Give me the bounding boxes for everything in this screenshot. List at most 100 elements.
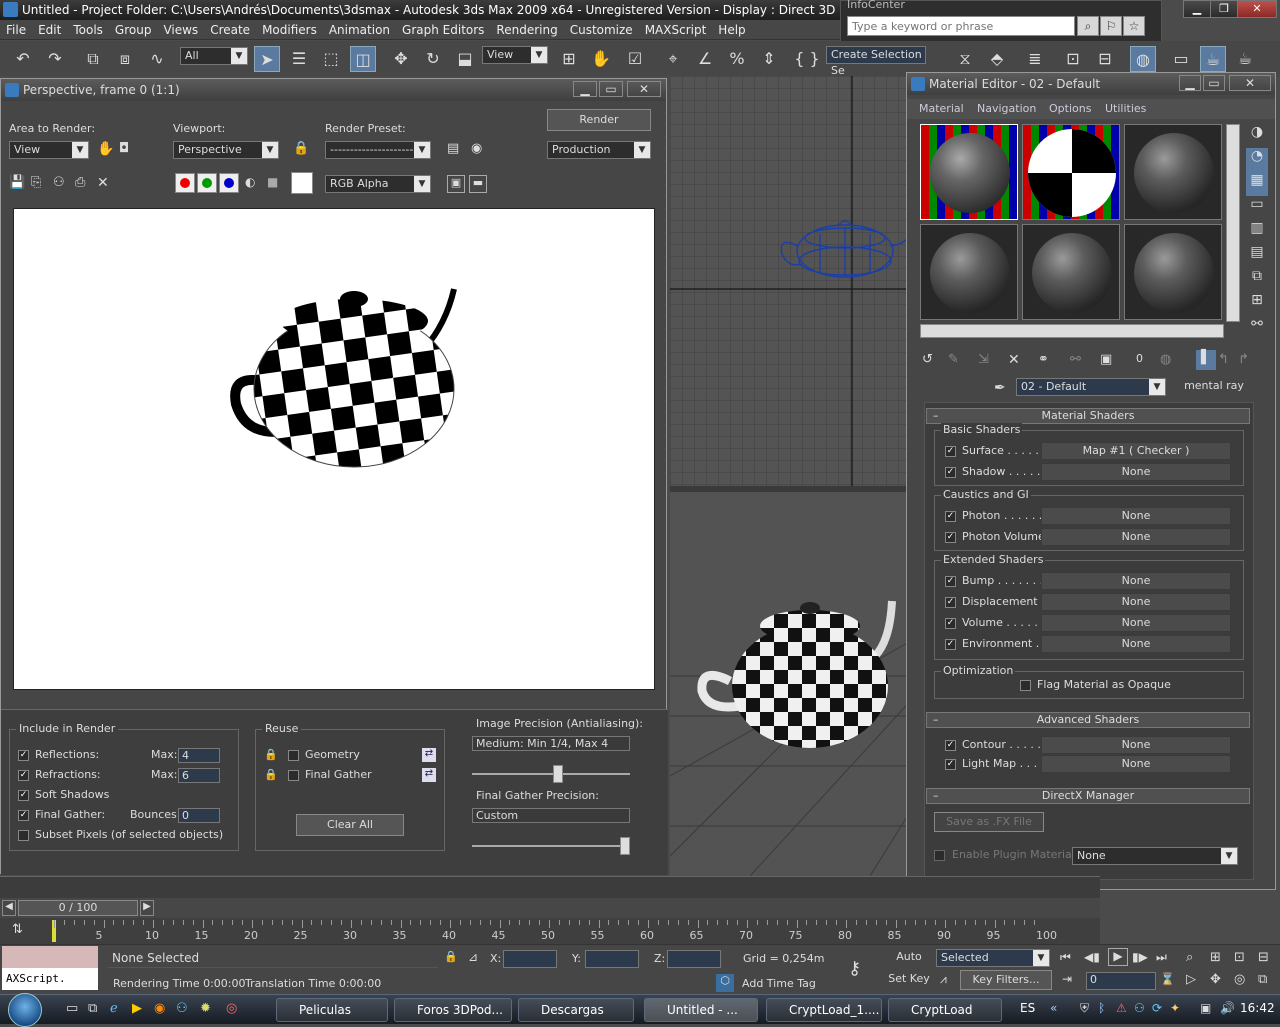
sample-slot-3[interactable] <box>1124 124 1222 220</box>
percent-snap-icon[interactable]: % <box>724 46 750 72</box>
material-effects-channel-icon[interactable]: ▣ <box>1100 352 1112 367</box>
favorites-star-icon[interactable]: ☆ <box>1123 16 1145 36</box>
menu-modifiers[interactable]: Modifiers <box>256 20 323 40</box>
y-coordinate-input[interactable] <box>585 950 639 968</box>
reflections-checkbox[interactable]: ✓ <box>18 750 29 761</box>
select-and-manipulate-icon[interactable]: ✋ <box>588 46 614 72</box>
plugin-material-dropdown[interactable]: None ▼ <box>1072 847 1238 865</box>
key-filters-button[interactable]: Key Filters... <box>960 970 1052 990</box>
go-to-start-icon[interactable]: ⏮ <box>1060 950 1071 965</box>
quick-launch-firefox-icon[interactable]: ◉ <box>154 1001 165 1016</box>
toggle-ui-icon[interactable]: ▬ <box>469 175 487 193</box>
time-slider-next-icon[interactable]: ▶ <box>140 900 154 916</box>
video-color-check-icon[interactable]: ▥ <box>1246 220 1268 244</box>
bounces-input[interactable]: 0 <box>178 808 220 823</box>
render-button[interactable]: Render <box>547 109 651 131</box>
set-key-button[interactable]: Set Key <box>886 970 932 990</box>
final-gather-precision-slider[interactable] <box>472 837 630 855</box>
minimize-button[interactable]: ▁ <box>573 81 597 97</box>
keyboard-shortcut-override-icon[interactable]: ☑ <box>622 46 648 72</box>
sample-slot-6[interactable] <box>1124 224 1222 320</box>
bump-checkbox[interactable]: ✓ <box>945 576 956 587</box>
selection-lock-icon[interactable]: 🔒 <box>444 950 458 963</box>
menu-material[interactable]: Material <box>919 102 964 115</box>
quick-launch-ie-icon[interactable]: ℯ <box>110 1001 118 1016</box>
make-preview-icon[interactable]: ▤ <box>1246 244 1268 268</box>
menu-graph-editors[interactable]: Graph Editors <box>396 20 490 40</box>
angle-snap-icon[interactable]: ∠ <box>692 46 718 72</box>
light-map-button[interactable]: None <box>1041 755 1231 773</box>
clock[interactable]: 16:42 <box>1240 1001 1275 1015</box>
schematic-view-icon[interactable]: ⊟ <box>1092 46 1118 72</box>
bind-space-warp-icon[interactable]: ∿ <box>144 46 170 72</box>
close-button[interactable]: ✕ <box>627 81 661 97</box>
infocenter-search-input[interactable] <box>847 16 1075 36</box>
material-type-button[interactable]: mental ray <box>1172 378 1256 396</box>
sample-type-icon[interactable]: ◑ <box>1246 124 1268 148</box>
toggle-ui-overlay-icon[interactable]: ▣ <box>447 175 465 193</box>
menu-edit[interactable]: Edit <box>32 20 67 40</box>
viewport-dropdown[interactable]: Perspective ▼ <box>173 141 279 159</box>
quick-launch-desktop-icon[interactable]: ▭ <box>66 1001 78 1016</box>
maximize-button[interactable]: ❐ <box>1210 0 1238 18</box>
taskbar-item-peliculas[interactable]: Peliculas <box>276 998 388 1022</box>
displacement-checkbox[interactable]: ✓ <box>945 597 956 608</box>
render-setup-icon[interactable]: ▤ <box>447 141 459 156</box>
maxscript-mini-listener[interactable]: AXScript. <box>2 968 98 990</box>
menu-group[interactable]: Group <box>109 20 158 40</box>
communication-icon[interactable]: ⚐ <box>1100 16 1122 36</box>
snaps-toggle-icon[interactable]: ⌖ <box>660 46 686 72</box>
play-animation-icon[interactable]: ▶ <box>1108 948 1128 966</box>
rectangular-selection-icon[interactable]: ⬚ <box>318 46 344 72</box>
soft-shadows-checkbox[interactable]: ✓ <box>18 790 29 801</box>
volume-map-button[interactable]: None <box>1041 614 1231 632</box>
material-editor-icon[interactable]: ◍ <box>1130 46 1156 72</box>
quick-launch-media-icon[interactable]: ▶ <box>132 1001 142 1016</box>
contour-checkbox[interactable]: ✓ <box>945 740 956 751</box>
minimize-button[interactable]: ▁ <box>1183 0 1211 18</box>
close-button[interactable]: ✕ <box>1229 75 1271 91</box>
tray-bluetooth-icon[interactable]: ᛒ <box>1098 1001 1105 1015</box>
slider-thumb[interactable] <box>620 837 630 855</box>
menu-utilities[interactable]: Utilities <box>1105 102 1146 115</box>
color-swatch[interactable] <box>291 172 313 194</box>
clear-icon[interactable]: ✕ <box>97 175 109 191</box>
go-to-parent-icon[interactable]: ↰ <box>1218 352 1229 367</box>
menu-views[interactable]: Views <box>157 20 204 40</box>
sample-slot-5[interactable] <box>1022 224 1120 320</box>
clone-window-icon[interactable]: ⚇ <box>53 175 65 190</box>
print-image-icon[interactable]: ⎙ <box>75 175 85 190</box>
select-by-name-icon[interactable]: ☰ <box>286 46 312 72</box>
taskbar-item-cryptload[interactable]: CryptLoad <box>888 998 1002 1022</box>
key-mode-toggle-icon[interactable]: ⇥ <box>1062 972 1072 986</box>
tray-volume-icon[interactable]: 🔊 <box>1220 1001 1235 1015</box>
contour-map-button[interactable]: None <box>1041 736 1231 754</box>
select-by-material-icon[interactable]: ⊞ <box>1246 292 1268 316</box>
lock-geometry-icon[interactable]: 🔒 <box>264 748 278 761</box>
absolute-mode-transform-icon[interactable]: ⊿ <box>468 950 478 964</box>
tray-app-icon[interactable]: ✦ <box>1170 1001 1180 1015</box>
image-precision-slider[interactable] <box>472 765 630 783</box>
copy-image-icon[interactable]: ⎘ <box>31 175 41 190</box>
area-to-render-dropdown[interactable]: View ▼ <box>9 141 89 159</box>
save-fx-file-button[interactable]: Save as .FX File <box>934 812 1044 832</box>
show-map-icon[interactable]: ◍ <box>1160 352 1171 367</box>
redo-icon[interactable]: ↷ <box>42 46 68 72</box>
x-coordinate-input[interactable] <box>503 950 557 968</box>
menu-tools[interactable]: Tools <box>67 20 109 40</box>
geometry-checkbox[interactable] <box>288 750 299 761</box>
taskbar-item-descargas[interactable]: Descargas <box>518 998 634 1022</box>
enable-plugin-material-checkbox[interactable] <box>934 850 945 861</box>
final-gather-reuse-checkbox[interactable] <box>288 770 299 781</box>
menu-customize[interactable]: Customize <box>564 20 639 40</box>
select-and-link-icon[interactable]: ⧉ <box>80 46 106 72</box>
3dsmax-logo-icon[interactable] <box>3 2 18 17</box>
production-dropdown[interactable]: Production ▼ <box>547 141 651 159</box>
quick-render-icon[interactable]: ☕ <box>1232 46 1258 72</box>
taskbar-item-untitled[interactable]: Untitled - ... <box>644 998 758 1022</box>
undo-icon[interactable]: ↶ <box>10 46 36 72</box>
assign-material-icon[interactable]: ⇲ <box>978 352 989 367</box>
use-pivot-center-icon[interactable]: ⊞ <box>556 46 582 72</box>
material-name-dropdown[interactable]: 02 - Default ▼ <box>1016 378 1166 396</box>
menu-help[interactable]: Help <box>712 20 751 40</box>
